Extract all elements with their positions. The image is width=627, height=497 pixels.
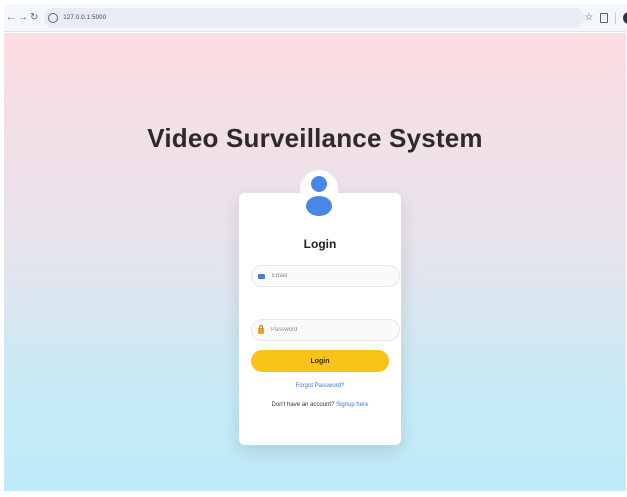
login-button[interactable]: Login (251, 350, 389, 372)
page-title: Video Surveillance System (147, 123, 483, 153)
site-info-icon[interactable] (48, 12, 59, 23)
lock-icon (258, 325, 264, 334)
forgot-password-link[interactable]: Forgot Password? (239, 383, 401, 389)
profile-icon[interactable] (623, 11, 627, 24)
page-background: Video Surveillance System Login Login Fo… (4, 33, 626, 491)
extensions-icon[interactable] (600, 12, 609, 23)
no-account-text: Don't have an account? (271, 402, 335, 408)
browser-toolbar: ← → ↻ 127.0.0.1:5000 ☆ (4, 4, 627, 32)
password-input[interactable] (269, 326, 393, 334)
envelope-icon (258, 273, 265, 279)
reload-icon[interactable]: ↻ (30, 11, 38, 25)
email-field[interactable] (251, 265, 400, 287)
signup-link[interactable]: Signup here (336, 402, 368, 408)
back-arrow-icon[interactable]: ← (6, 11, 16, 25)
toolbar-divider (615, 11, 617, 24)
address-bar[interactable]: 127.0.0.1:5000 (44, 7, 585, 28)
signup-prompt: Don't have an account? Signup here (239, 402, 401, 408)
star-icon[interactable]: ☆ (584, 12, 593, 23)
browser-right-icons: ☆ (584, 11, 627, 24)
login-heading: Login (303, 237, 337, 251)
user-avatar-icon (300, 170, 338, 216)
password-field[interactable] (251, 319, 400, 341)
url-text: 127.0.0.1:5000 (63, 14, 107, 21)
login-card: Login Login Forgot Password? Don't have … (239, 193, 401, 445)
forward-arrow-icon[interactable]: → (18, 11, 28, 25)
email-input[interactable] (270, 272, 394, 280)
